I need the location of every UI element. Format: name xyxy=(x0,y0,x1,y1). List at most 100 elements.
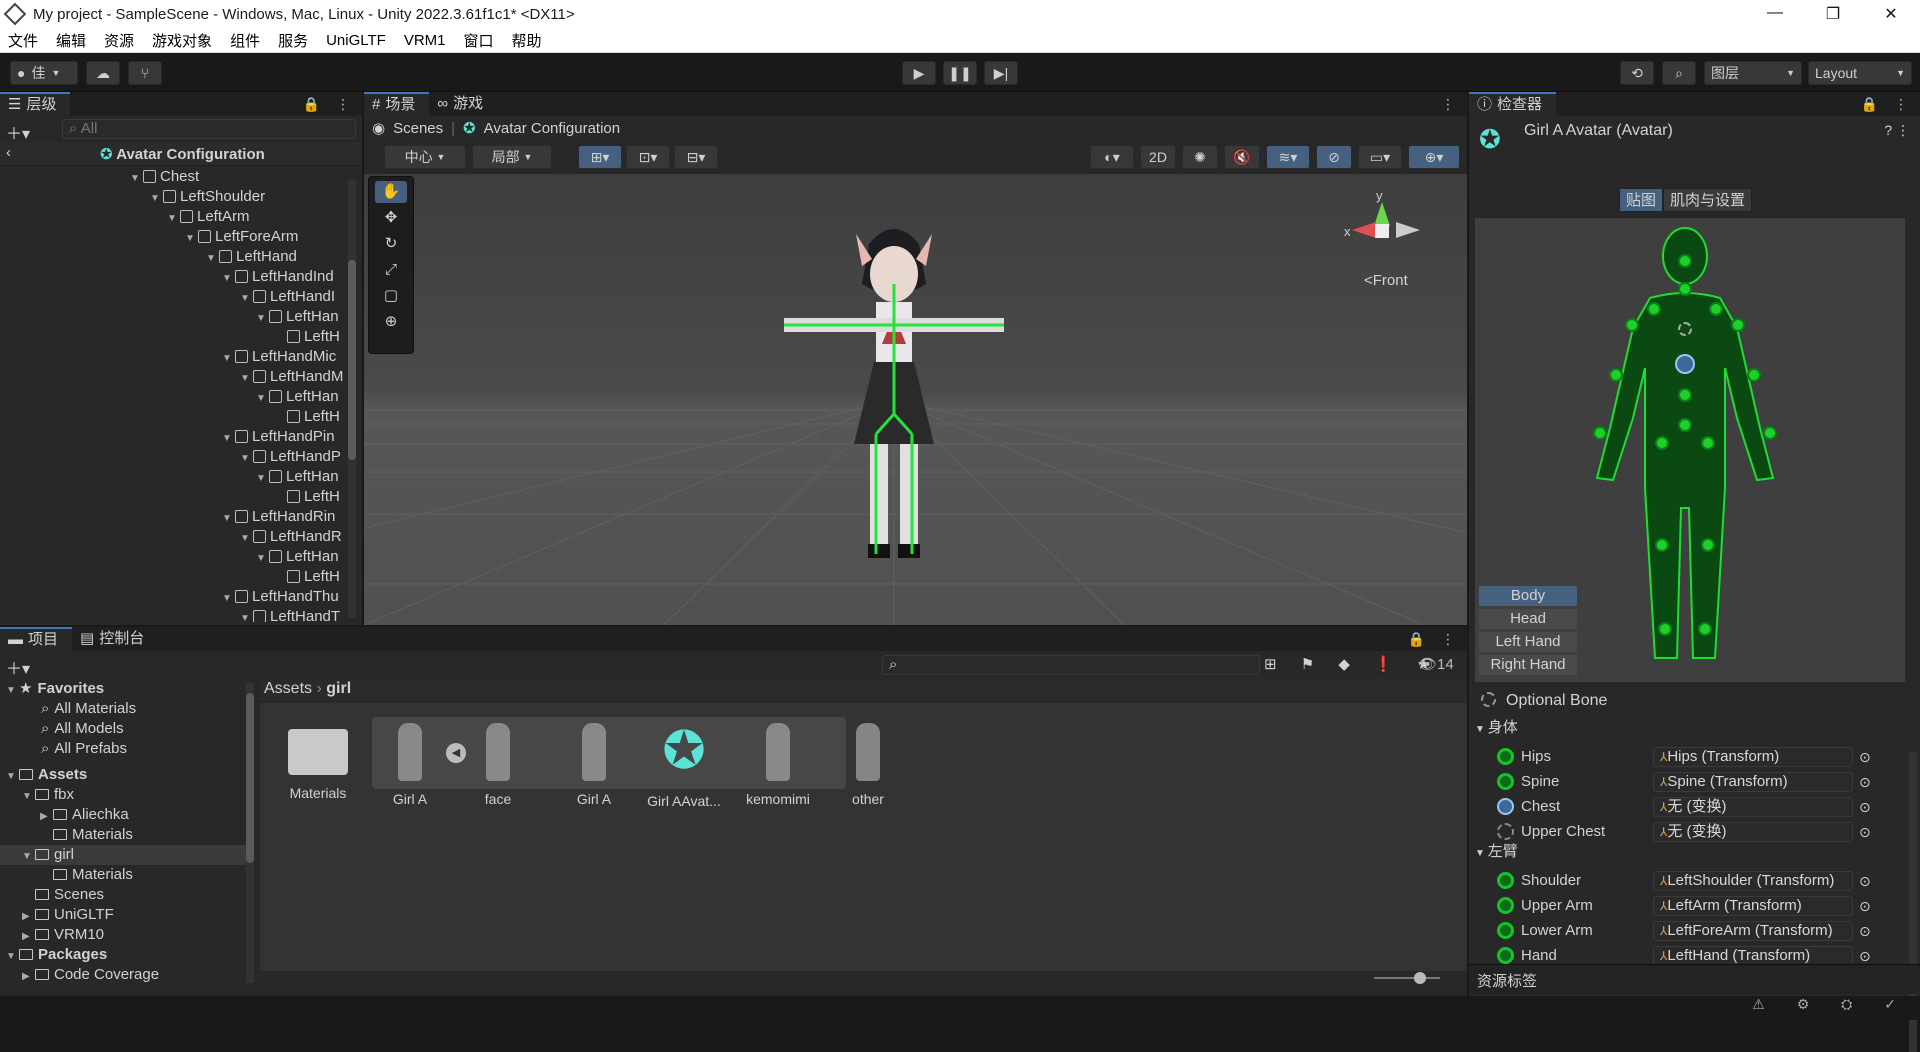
panel-options-icon[interactable]: 🔒 ⋮ xyxy=(1408,631,1461,648)
menu-services[interactable]: 服务 xyxy=(270,30,318,51)
hierarchy-node[interactable]: ▼ LeftHandRin xyxy=(222,507,335,527)
breadcrumb-assets[interactable]: Assets xyxy=(264,680,312,697)
scene-viewport[interactable]: ✋ ✥ ↻ ⤢ ▢ ⊕ y x <Front xyxy=(364,174,1467,625)
tab-console[interactable]: ▤ 控制台 xyxy=(72,627,158,651)
hierarchy-node[interactable]: LeftH xyxy=(274,567,340,587)
expand-arrow-icon[interactable]: ▼ xyxy=(240,369,250,389)
hand-tool-button[interactable]: ✋ xyxy=(375,181,407,203)
bone-upper-leg-r[interactable] xyxy=(1701,436,1715,450)
hierarchy-node[interactable]: ▼ LeftShoulder xyxy=(150,187,265,207)
body-part-body[interactable]: Body xyxy=(1479,586,1577,606)
step-button[interactable]: ▶| xyxy=(984,61,1018,85)
tab-game[interactable]: ∞ 游戏 xyxy=(429,92,497,116)
expand-arrow-icon[interactable]: ▼ xyxy=(22,787,32,807)
bone-hand-r[interactable] xyxy=(1763,426,1777,440)
maximize-icon[interactable]: ❐ xyxy=(1804,4,1862,24)
collab-button[interactable]: ⑂ xyxy=(128,61,162,85)
breadcrumb-scenes[interactable]: Scenes xyxy=(393,120,443,137)
bone-head[interactable] xyxy=(1678,254,1692,268)
help-icon[interactable]: ? ⋮ xyxy=(1884,122,1910,139)
hierarchy-node[interactable]: ▼ LeftHandR xyxy=(240,527,342,547)
panel-options-icon[interactable]: 🔒 ⋮ xyxy=(1861,96,1914,113)
bone-object-field[interactable]: ⅄LeftForeArm (Transform) xyxy=(1653,921,1853,941)
expand-arrow-icon[interactable]: ▼ xyxy=(240,449,250,469)
project-tree-item[interactable]: Materials xyxy=(0,825,246,845)
hierarchy-node[interactable]: ▼ LeftArm xyxy=(167,207,250,227)
body-part-head[interactable]: Head xyxy=(1479,609,1577,629)
expand-arrow-icon[interactable]: ▶ xyxy=(40,807,50,827)
audio-button[interactable]: 🔇 xyxy=(1224,145,1260,169)
move-tool-button[interactable]: ✥ xyxy=(375,207,407,229)
hidden-count[interactable]: 👁14 xyxy=(1418,655,1454,673)
search-filter-icons[interactable]: ⊞ ⚑ ◆ ❗ ★ xyxy=(1264,655,1440,673)
bone-chest[interactable] xyxy=(1675,354,1695,374)
expand-arrow-icon[interactable]: ▼ xyxy=(240,609,250,622)
bone-neck[interactable] xyxy=(1678,282,1692,296)
asset-item[interactable]: other xyxy=(830,717,906,817)
play-button[interactable]: ▶ xyxy=(902,61,936,85)
project-tree-item[interactable]: ▶ Code Coverage xyxy=(0,965,246,985)
expand-arrow-icon[interactable]: ▶ xyxy=(22,907,32,927)
hierarchy-node[interactable]: ▼ LeftHan xyxy=(256,307,339,327)
zoom-slider[interactable] xyxy=(1374,972,1440,984)
close-icon[interactable]: ✕ xyxy=(1862,4,1920,24)
bone-object-field[interactable]: ⅄LeftHand (Transform) xyxy=(1653,946,1853,966)
hierarchy-node[interactable]: ▼ LeftHandP xyxy=(240,447,341,467)
project-tree-scrollbar[interactable] xyxy=(246,683,254,983)
expand-arrow-icon[interactable]: ▼ xyxy=(206,249,216,269)
expand-arrow-icon[interactable]: ▼ xyxy=(222,349,232,369)
body-part-right-hand[interactable]: Right Hand xyxy=(1479,655,1577,675)
hierarchy-node[interactable]: ▼ LeftHandT xyxy=(240,607,340,622)
minimize-icon[interactable]: — xyxy=(1746,4,1804,24)
expand-arrow-icon[interactable]: ▼ xyxy=(222,589,232,609)
project-tree-item[interactable]: ▼ girl xyxy=(0,845,246,865)
collapse-prefab-icon[interactable]: ◀ xyxy=(446,743,466,763)
expand-arrow-icon[interactable]: ▼ xyxy=(6,767,16,787)
layout-dropdown[interactable]: Layout ▼ xyxy=(1808,61,1912,85)
hierarchy-node[interactable]: ▼ Chest xyxy=(130,167,199,187)
menu-assets[interactable]: 资源 xyxy=(96,30,144,51)
grid-snap-button[interactable]: ⊞▾ xyxy=(578,145,622,169)
hierarchy-node[interactable]: ▼ LeftHand xyxy=(206,247,297,267)
hierarchy-search-input[interactable]: ⌕ All xyxy=(62,119,356,139)
gizmos-dropdown[interactable]: ⊕▾ xyxy=(1408,145,1460,169)
hierarchy-node[interactable]: LeftH xyxy=(274,327,340,347)
object-picker-icon[interactable]: ⊙ xyxy=(1859,749,1871,766)
create-button[interactable]: ＋▾ xyxy=(6,655,30,679)
hierarchy-node[interactable]: ▼ LeftHan xyxy=(256,547,339,567)
project-tree-item[interactable]: ▶ Aliechka xyxy=(0,805,246,825)
expand-arrow-icon[interactable]: ▼ xyxy=(6,947,16,967)
bone-lower-arm-l[interactable] xyxy=(1609,368,1623,382)
project-tree-item[interactable]: ▼ Assets xyxy=(0,765,246,785)
bone-object-field[interactable]: ⅄LeftArm (Transform) xyxy=(1653,896,1853,916)
tab-hierarchy[interactable]: ☰ 层级 xyxy=(0,92,71,116)
expand-arrow-icon[interactable]: ▼ xyxy=(240,289,250,309)
bone-object-field[interactable]: ⅄无 (变换) xyxy=(1653,822,1853,842)
project-tree-item[interactable]: ▼ ★ Favorites xyxy=(0,679,246,699)
expand-arrow-icon[interactable]: ▼ xyxy=(256,389,266,409)
bone-upper-leg-l[interactable] xyxy=(1655,436,1669,450)
layers-dropdown[interactable]: 图层 ▼ xyxy=(1704,61,1802,85)
status-icons[interactable]: ⚠ ⚙ ⛭ ✓ xyxy=(1752,996,1910,1012)
bone-hips[interactable] xyxy=(1678,418,1692,432)
account-dropdown[interactable]: ● 佳 ▼ xyxy=(10,61,78,85)
rotate-tool-button[interactable]: ↻ xyxy=(375,233,407,255)
expand-arrow-icon[interactable]: ▼ xyxy=(150,189,160,209)
rect-tool-button[interactable]: ▢ xyxy=(375,285,407,307)
hierarchy-node[interactable]: ▼ LeftHandMic xyxy=(222,347,336,367)
bone-object-field[interactable]: ⅄LeftShoulder (Transform) xyxy=(1653,871,1853,891)
mode-2d-button[interactable]: 2D xyxy=(1140,145,1176,169)
project-tree-item[interactable]: ▼ fbx xyxy=(0,785,246,805)
camera-dropdown[interactable]: ▭▾ xyxy=(1358,145,1402,169)
bone-upper-arm-l[interactable] xyxy=(1625,318,1639,332)
menu-edit[interactable]: 编辑 xyxy=(48,30,96,51)
hierarchy-node[interactable]: ▼ LeftHandInd xyxy=(222,267,334,287)
scale-tool-button[interactable]: ⤢ xyxy=(375,259,407,281)
menu-vrm1[interactable]: VRM1 xyxy=(396,32,456,49)
bone-lower-leg-r[interactable] xyxy=(1701,538,1715,552)
bone-upper-arm-r[interactable] xyxy=(1731,318,1745,332)
bone-spine[interactable] xyxy=(1678,388,1692,402)
panel-options-icon[interactable]: 🔒 ⋮ xyxy=(303,96,356,113)
asset-labels-bar[interactable]: 资源标签 xyxy=(1469,964,1920,994)
asset-item[interactable]: ✪ Girl AAvat... xyxy=(646,717,722,817)
